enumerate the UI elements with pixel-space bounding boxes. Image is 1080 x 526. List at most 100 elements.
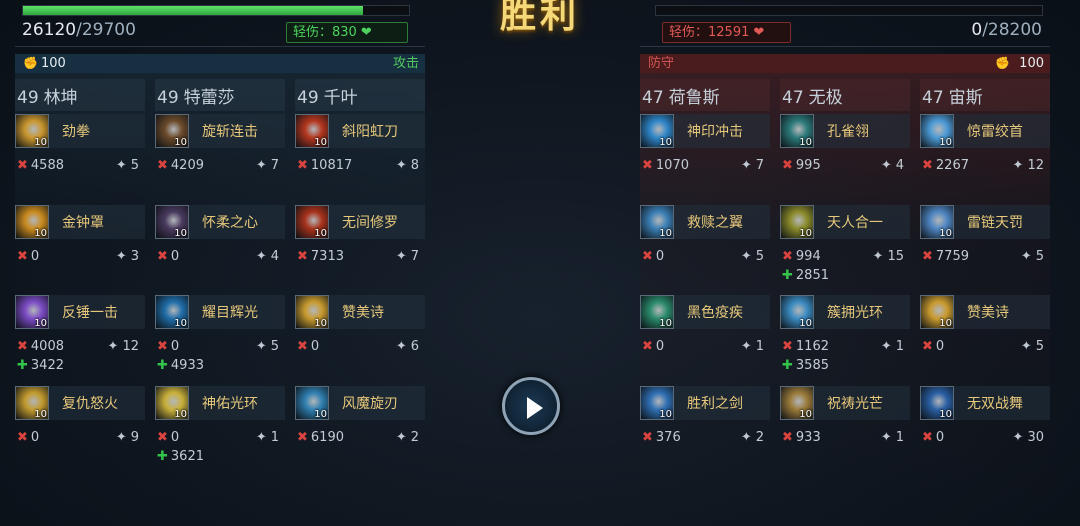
skill-icon[interactable]: 10 [295,386,329,420]
heal-plus-icon: ✚ [157,449,168,464]
skill-icon[interactable]: 10 [920,114,954,148]
skill-icon[interactable]: 10 [15,205,49,239]
heal-value: 3585 [795,358,829,373]
hit-count-value: 7 [410,249,419,264]
skill-icon[interactable]: 10 [640,114,674,148]
skill-name: 风魔旋刃 [342,396,398,412]
damage-value: 2267 [935,158,969,173]
hit-count-value: 1 [755,339,764,354]
skill-icon[interactable]: 10 [640,386,674,420]
damage-value: 10817 [310,158,353,173]
skill-icon[interactable]: 10 [15,386,49,420]
damage-value: 933 [795,430,821,445]
damage-x-icon: ✖ [157,158,168,173]
sparkle-icon: ✦ [880,430,892,445]
skill-level: 10 [314,228,327,239]
skill-entry: 10 反锤一击 ✖ 4008 ✦ 12 ✚ 3422 [15,295,145,386]
sparkle-icon: ✦ [255,158,267,173]
damage-stat: ✖ 1162 [782,339,829,354]
skill-icon[interactable]: 10 [155,205,189,239]
hero-name: 49 林坤 [17,83,78,108]
skill-row[interactable]: 10 孔雀翎 [780,114,910,148]
skill-row[interactable]: 10 斜阳虹刀 [295,114,425,148]
skill-row[interactable]: 10 神印冲击 [640,114,770,148]
skill-row[interactable]: 10 金钟罩 [15,205,145,239]
skill-row[interactable]: 10 簇拥光环 [780,295,910,329]
damage-x-icon: ✖ [157,249,168,264]
skill-row[interactable]: 10 怀柔之心 [155,205,285,239]
skill-icon[interactable]: 10 [920,386,954,420]
skill-icon[interactable]: 10 [295,205,329,239]
sparkle-icon: ✦ [1020,249,1032,264]
ally-light-injury-badge: 轻伤：830 ❤ [286,22,408,43]
hit-count-value: 7 [755,158,764,173]
damage-value: 0 [310,339,320,354]
sparkle-icon: ✦ [115,249,127,264]
damage-stat: ✖ 1070 [642,158,689,173]
heal-value: 3422 [30,358,64,373]
skill-row[interactable]: 10 无间修罗 [295,205,425,239]
skill-row[interactable]: 10 劲拳 [15,114,145,148]
skill-icon[interactable]: 10 [155,295,189,329]
skill-icon[interactable]: 10 [780,114,814,148]
skill-row[interactable]: 10 黑色疫疾 [640,295,770,329]
damage-stat: ✖ 0 [297,339,319,354]
skill-icon[interactable]: 10 [920,205,954,239]
skill-entry: 10 天人合一 ✖ 994 ✦ 15 ✚ 2851 [780,205,910,296]
hero-name-text: 荷鲁斯 [668,88,720,108]
skill-icon[interactable]: 10 [295,114,329,148]
skill-icon[interactable]: 10 [15,114,49,148]
damage-x-icon: ✖ [782,339,793,354]
skill-row[interactable]: 10 天人合一 [780,205,910,239]
skill-row[interactable]: 10 赞美诗 [295,295,425,329]
skill-icon[interactable]: 10 [15,295,49,329]
skill-entry: 10 无双战舞 ✖ 0 ✦ 30 [920,386,1050,477]
hit-count-stat: ✦ 5 [1021,249,1044,264]
skill-icon[interactable]: 10 [295,295,329,329]
skill-row[interactable]: 10 赞美诗 [920,295,1050,329]
damage-stat: ✖ 0 [157,430,179,445]
damage-stat: ✖ 4008 [17,339,64,354]
skill-icon[interactable]: 10 [640,295,674,329]
hit-count-value: 5 [1035,339,1044,354]
skill-row[interactable]: 10 雷链天罚 [920,205,1050,239]
hero-level: 49 [17,88,39,108]
damage-value: 0 [30,430,40,445]
skill-row[interactable]: 10 风魔旋刃 [295,386,425,420]
skill-row[interactable]: 10 旋斩连击 [155,114,285,148]
skill-row[interactable]: 10 复仇怒火 [15,386,145,420]
damage-x-icon: ✖ [782,158,793,173]
skill-icon[interactable]: 10 [155,386,189,420]
skill-row[interactable]: 10 无双战舞 [920,386,1050,420]
replay-play-button[interactable] [502,377,560,435]
skill-row[interactable]: 10 神佑光环 [155,386,285,420]
enemy-role-label: 防守 [648,56,675,71]
skill-row[interactable]: 10 耀目辉光 [155,295,285,329]
skill-icon[interactable]: 10 [155,114,189,148]
skill-name: 耀目辉光 [202,305,258,321]
skill-level: 10 [939,137,952,148]
damage-value: 0 [655,249,665,264]
skill-row[interactable]: 10 胜利之剑 [640,386,770,420]
skill-level: 10 [939,318,952,329]
hit-count-value: 15 [887,249,904,264]
damage-x-icon: ✖ [922,339,933,354]
damage-x-icon: ✖ [922,249,933,264]
hero-name-text: 千叶 [323,88,358,108]
skill-entry: 10 雷链天罚 ✖ 7759 ✦ 5 [920,205,1050,296]
damage-x-icon: ✖ [782,249,793,264]
damage-stat: ✖ 995 [782,158,821,173]
skill-row[interactable]: 10 救赎之翼 [640,205,770,239]
skill-icon[interactable]: 10 [780,205,814,239]
hit-count-stat: ✦ 4 [881,158,904,173]
skill-row[interactable]: 10 反锤一击 [15,295,145,329]
skill-icon[interactable]: 10 [640,205,674,239]
skill-row[interactable]: 10 祝祷光芒 [780,386,910,420]
damage-stat: ✖ 0 [642,249,664,264]
skill-icon[interactable]: 10 [780,386,814,420]
skill-icon[interactable]: 10 [780,295,814,329]
skill-icon[interactable]: 10 [920,295,954,329]
heal-plus-icon: ✚ [157,358,168,373]
skill-row[interactable]: 10 惊雷绞首 [920,114,1050,148]
hit-count-stat: ✦ 1 [881,339,904,354]
